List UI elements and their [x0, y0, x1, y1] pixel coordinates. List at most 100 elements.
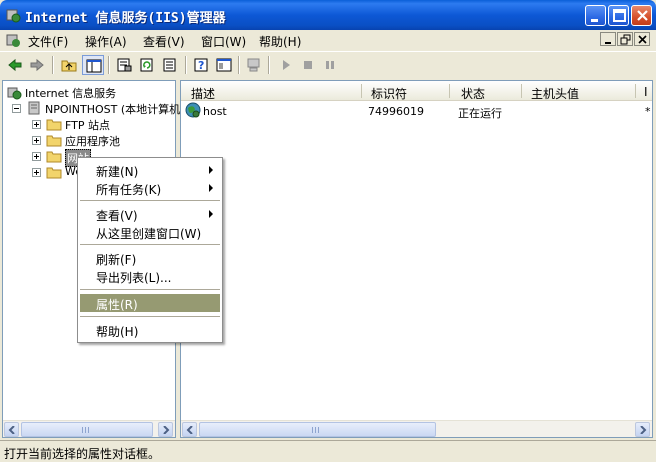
- arrow-right-icon: [163, 426, 170, 434]
- console-view-button[interactable]: [213, 55, 235, 75]
- row-description: host: [203, 105, 227, 118]
- table-row[interactable]: host 74996019 正在运行 *: [181, 102, 652, 120]
- back-button[interactable]: [4, 55, 26, 75]
- menu-item-refresh[interactable]: 刷新(F): [80, 249, 220, 267]
- up-folder-icon: [61, 60, 77, 72]
- list-pane[interactable]: 描述 标识符 状态 主机头值 I host 74996019 正在运行 *: [180, 80, 653, 438]
- toolbar: ?: [0, 51, 656, 77]
- window-title: Internet 信息服务(IIS)管理器: [25, 11, 226, 26]
- show-tree-icon: [86, 59, 102, 73]
- status-text: 打开当前选择的属性对话框。: [4, 447, 161, 461]
- scroll-right-button[interactable]: [635, 422, 650, 437]
- iis-app-icon: [5, 7, 21, 23]
- scroll-right-button[interactable]: [158, 422, 173, 437]
- folder-icon: [46, 164, 62, 183]
- tree-label-root: Internet 信息服务: [25, 87, 117, 100]
- menu-item-new-window[interactable]: 从这里创建窗口(W): [80, 223, 220, 241]
- menu-item-properties[interactable]: 属性(R): [80, 294, 220, 312]
- menu-item-all-tasks[interactable]: 所有任务(K): [80, 179, 220, 197]
- toolbar-separator: [268, 56, 270, 74]
- export-list-button[interactable]: [159, 55, 181, 75]
- column-status[interactable]: 状态: [461, 85, 485, 102]
- stop-icon: [304, 61, 312, 69]
- expand-toggle[interactable]: [32, 168, 41, 177]
- menu-separator: [80, 244, 220, 245]
- properties-button[interactable]: [113, 55, 135, 75]
- mdi-restore-button[interactable]: [617, 32, 633, 46]
- menu-item-view[interactable]: 查看(V): [80, 205, 220, 223]
- tree-hscrollbar[interactable]: [3, 420, 175, 437]
- list-header: 描述 标识符 状态 主机头值 I: [181, 81, 652, 101]
- properties-icon: [117, 58, 132, 72]
- menu-view[interactable]: 查看(V): [143, 33, 185, 50]
- menu-separator: [80, 289, 220, 290]
- computer-button[interactable]: [243, 55, 265, 75]
- maximize-button[interactable]: [608, 5, 629, 26]
- pause-button[interactable]: [319, 55, 341, 75]
- close-button[interactable]: [631, 5, 652, 26]
- mdi-minimize-button[interactable]: [600, 32, 616, 46]
- tree-item-root[interactable]: Internet 信息服务: [6, 84, 174, 100]
- arrow-left-icon: [186, 426, 193, 434]
- column-host-header[interactable]: 主机头值: [531, 85, 579, 102]
- column-id[interactable]: 标识符: [371, 85, 407, 102]
- scroll-left-button[interactable]: [4, 422, 19, 437]
- collapse-toggle[interactable]: [12, 104, 21, 113]
- status-bar: 打开当前选择的属性对话框。: [0, 440, 656, 462]
- menu-bar: 文件(F) 操作(A) 查看(V) 窗口(W) 帮助(H): [0, 30, 656, 50]
- help-button[interactable]: ?: [190, 55, 212, 75]
- mdi-close-button[interactable]: [634, 32, 650, 46]
- toolbar-separator: [185, 56, 187, 74]
- menu-item-export-list[interactable]: 导出列表(L)...: [80, 267, 220, 285]
- tree-item-server[interactable]: NPOINTHOST (本地计算机): [6, 100, 184, 116]
- submenu-arrow-icon: [209, 166, 213, 174]
- globe-icon: [185, 102, 201, 121]
- back-icon: [8, 58, 22, 72]
- play-icon: [283, 60, 290, 70]
- tree-label-server: NPOINTHOST (本地计算机): [45, 103, 185, 116]
- menu-item-new[interactable]: 新建(N): [80, 161, 220, 179]
- column-description[interactable]: 描述: [191, 85, 215, 102]
- tree-label-ftp: FTP 站点: [65, 119, 110, 132]
- scroll-left-button[interactable]: [182, 422, 197, 437]
- scroll-thumb[interactable]: [21, 422, 153, 437]
- scroll-thumb[interactable]: [199, 422, 436, 437]
- minimize-button[interactable]: [585, 5, 606, 26]
- up-level-button[interactable]: [58, 55, 80, 75]
- console-icon: [216, 58, 232, 72]
- expand-toggle[interactable]: [32, 136, 41, 145]
- title-bar[interactable]: Internet 信息服务(IIS)管理器: [0, 0, 656, 30]
- list-hscrollbar[interactable]: [181, 420, 652, 437]
- submenu-arrow-icon: [209, 210, 213, 218]
- expand-toggle[interactable]: [32, 120, 41, 129]
- toolbar-separator: [238, 56, 240, 74]
- export-icon: [163, 58, 176, 72]
- row-id: 74996019: [368, 105, 424, 118]
- refresh-icon: [140, 58, 153, 72]
- menu-file[interactable]: 文件(F): [28, 33, 68, 50]
- menu-window[interactable]: 窗口(W): [201, 33, 246, 50]
- tree-item-ftp[interactable]: FTP 站点: [6, 116, 174, 132]
- forward-icon: [30, 58, 44, 72]
- toolbar-separator: [52, 56, 54, 74]
- submenu-arrow-icon: [209, 184, 213, 192]
- help-icon: ?: [194, 58, 208, 72]
- row-ip: *: [645, 105, 651, 118]
- show-hide-tree-button[interactable]: [82, 55, 104, 75]
- column-ip[interactable]: I: [644, 85, 648, 99]
- arrow-left-icon: [8, 426, 15, 434]
- context-menu: 新建(N) 所有任务(K) 查看(V) 从这里创建窗口(W) 刷新(F) 导出列…: [77, 157, 223, 343]
- start-button[interactable]: [275, 55, 297, 75]
- stop-button[interactable]: [297, 55, 319, 75]
- tree-item-app-pools[interactable]: 应用程序池: [6, 132, 174, 148]
- forward-button[interactable]: [26, 55, 48, 75]
- arrow-right-icon: [640, 426, 647, 434]
- tree-label-app-pools: 应用程序池: [65, 135, 120, 148]
- menu-separator: [80, 316, 220, 317]
- refresh-button[interactable]: [136, 55, 158, 75]
- expand-toggle[interactable]: [32, 152, 41, 161]
- console-menu-icon[interactable]: [5, 32, 21, 48]
- menu-action[interactable]: 操作(A): [85, 33, 127, 50]
- menu-help[interactable]: 帮助(H): [259, 33, 301, 50]
- menu-item-help[interactable]: 帮助(H): [80, 321, 220, 339]
